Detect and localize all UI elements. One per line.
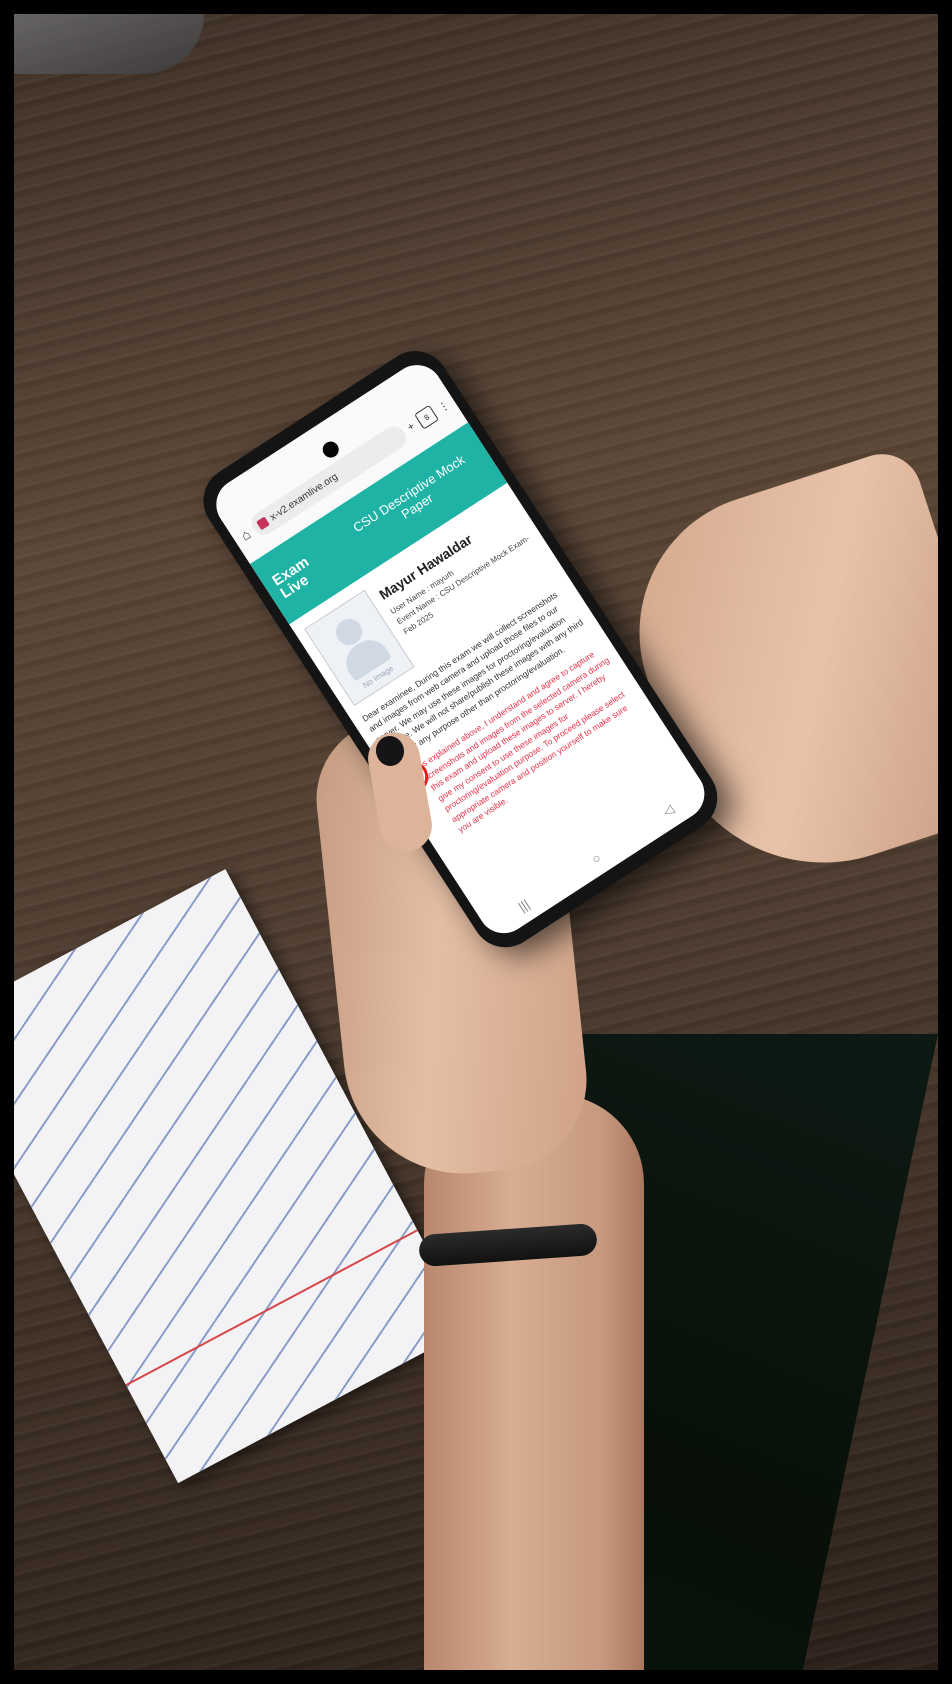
tab-switcher-button[interactable]: 8 xyxy=(414,404,439,430)
cable xyxy=(14,14,204,74)
recents-button[interactable]: ||| xyxy=(515,896,532,914)
notebook-margin-line xyxy=(125,1229,418,1387)
home-icon[interactable]: ⌂ xyxy=(238,526,254,544)
new-tab-button[interactable]: + xyxy=(405,420,417,434)
back-button[interactable]: ◁ xyxy=(660,802,677,821)
menu-icon[interactable]: ⋮ xyxy=(436,398,452,414)
site-logo-text: Exam Live xyxy=(269,553,313,603)
home-button[interactable]: ○ xyxy=(589,850,604,867)
site-favicon-icon xyxy=(256,516,271,531)
photo-scene: ⌂ x-v2.examlive.org + 8 ⋮ Exam Live CSU … xyxy=(14,14,938,1670)
site-logo: Exam Live xyxy=(269,538,344,603)
phone-screen: ⌂ x-v2.examlive.org + 8 ⋮ Exam Live CSU … xyxy=(206,355,715,944)
forearm xyxy=(424,1094,644,1670)
